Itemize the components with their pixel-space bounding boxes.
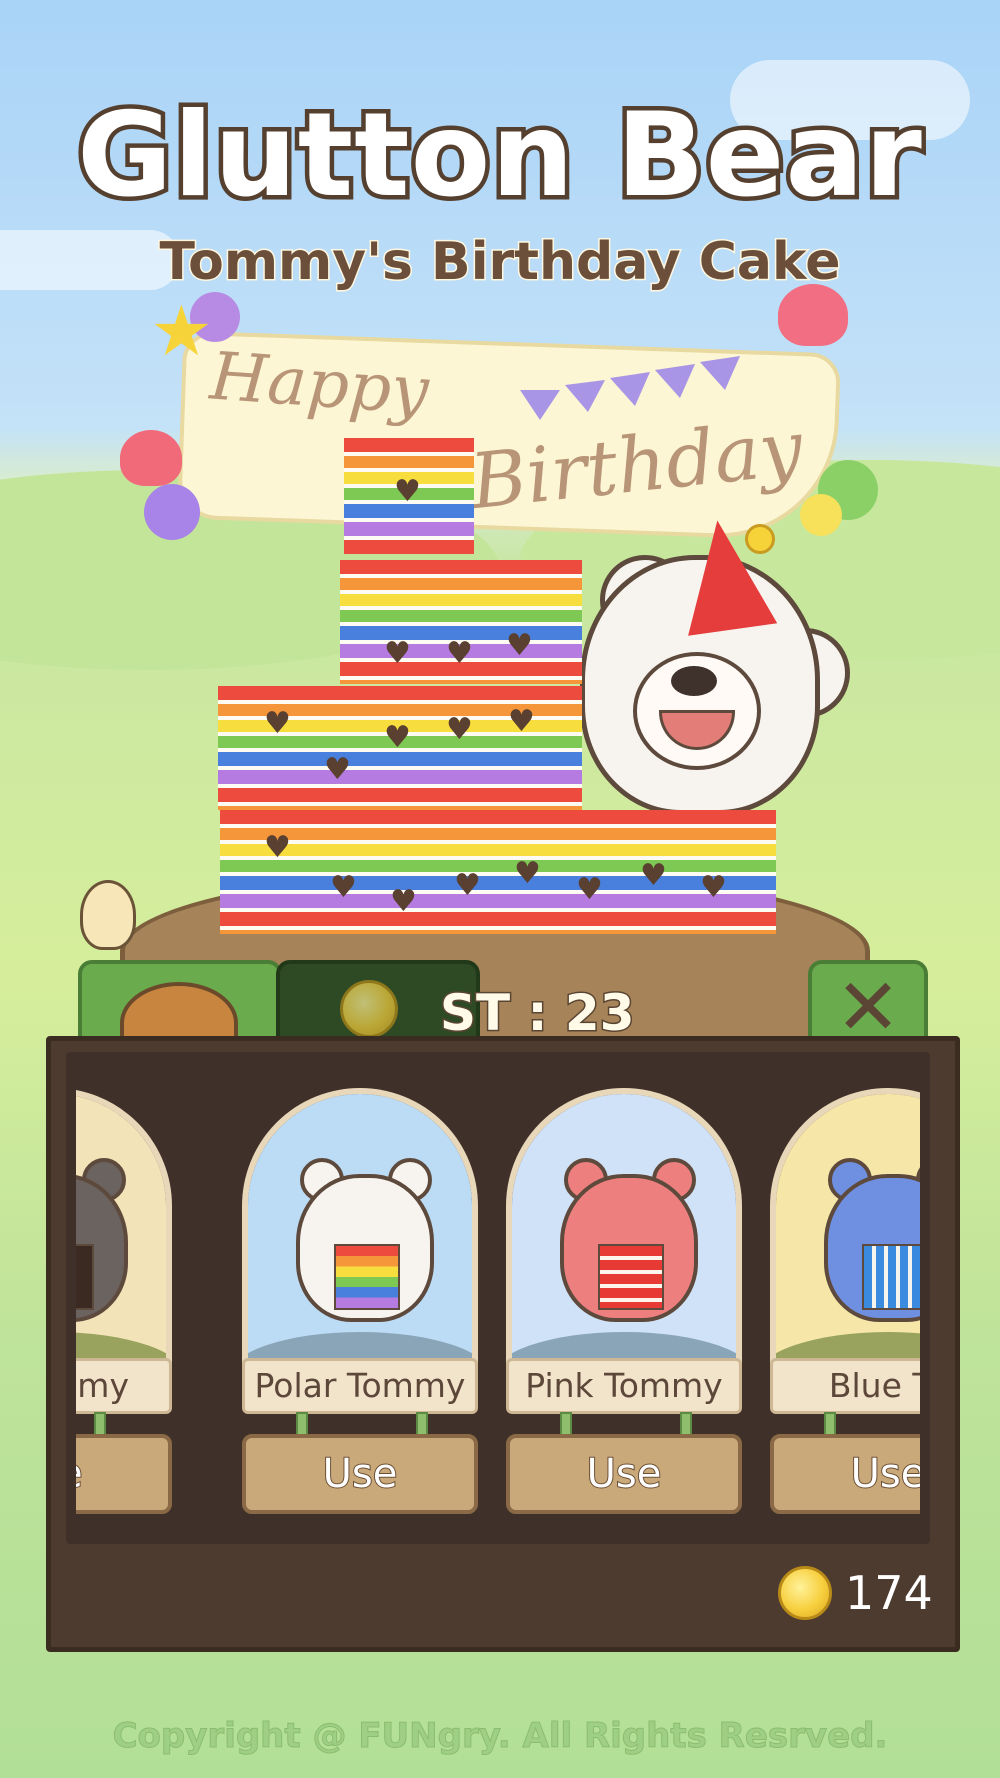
heart-icon: ♥ [640, 858, 667, 893]
skin-card[interactable]: Pink Tommy Use [506, 1088, 742, 1518]
coin-balance: 174 [845, 1566, 933, 1620]
heart-icon: ♥ [446, 712, 473, 747]
cake-tier-bottom [220, 810, 776, 934]
skin-name: Pink Tommy [506, 1358, 742, 1414]
balloon-icon [144, 484, 200, 540]
heart-icon: ♥ [384, 720, 411, 755]
strawberry-cake-icon [598, 1244, 664, 1310]
use-button[interactable]: Jse [76, 1434, 172, 1514]
heart-icon: ♥ [394, 474, 421, 509]
skin-card[interactable]: n Tommy Jse [76, 1088, 172, 1518]
heart-icon: ♥ [700, 870, 727, 905]
skin-preview [770, 1088, 920, 1398]
rainbow-cake-icon [334, 1244, 400, 1310]
coin-icon [778, 1566, 832, 1620]
use-button[interactable]: Use [506, 1434, 742, 1514]
heart-icon: ♥ [264, 830, 291, 865]
skin-preview [506, 1088, 742, 1398]
star-icon: ★ [150, 290, 213, 372]
heart-icon: ♥ [324, 752, 351, 787]
heart-icon: ♥ [514, 856, 541, 891]
skin-name: n Tommy [76, 1358, 172, 1414]
use-button[interactable]: Use [242, 1434, 478, 1514]
hamster-icon [80, 880, 136, 950]
copyright-text: Copyright @ FUNgry. All Rights Resrved. [112, 1716, 888, 1757]
game-subtitle: Tommy's Birthday Cake [158, 231, 842, 294]
hat-pompom [745, 524, 775, 554]
skin-name: Polar Tommy [242, 1358, 478, 1414]
heart-icon: ♥ [576, 872, 603, 907]
use-button[interactable]: Use [770, 1434, 920, 1514]
heart-icon: ♥ [508, 704, 535, 739]
cost-label: ST : 23 [439, 983, 637, 1044]
pennant-flags [520, 356, 740, 420]
skin-preview [76, 1088, 172, 1398]
skin-carousel[interactable]: n Tommy Jse Polar Tommy Use [76, 1080, 920, 1520]
skin-name: Blue To [770, 1358, 920, 1414]
star-cake-icon [862, 1244, 920, 1310]
skin-card[interactable]: Polar Tommy Use [242, 1088, 478, 1518]
heart-icon: ♥ [506, 628, 533, 663]
game-scene: Glutton Bear Tommy's Birthday Cake Happy… [0, 0, 1000, 1778]
balloon-icon [800, 494, 842, 536]
banner-text-happy: Happy [207, 337, 432, 430]
bear-nose [671, 666, 717, 696]
heart-icon: ♥ [390, 884, 417, 919]
chocolate-cake-icon [76, 1244, 94, 1310]
heart-balloon-icon [120, 430, 182, 486]
game-title: Glutton Bear [73, 84, 927, 228]
heart-icon: ♥ [454, 868, 481, 903]
heart-icon: ♥ [446, 636, 473, 671]
heart-balloon-icon [778, 284, 848, 346]
heart-icon: ♥ [384, 636, 411, 671]
skin-card[interactable]: Blue To Use [770, 1088, 920, 1518]
skin-preview [242, 1088, 478, 1398]
coin-icon [340, 980, 398, 1038]
heart-icon: ♥ [330, 870, 357, 905]
heart-icon: ♥ [264, 706, 291, 741]
